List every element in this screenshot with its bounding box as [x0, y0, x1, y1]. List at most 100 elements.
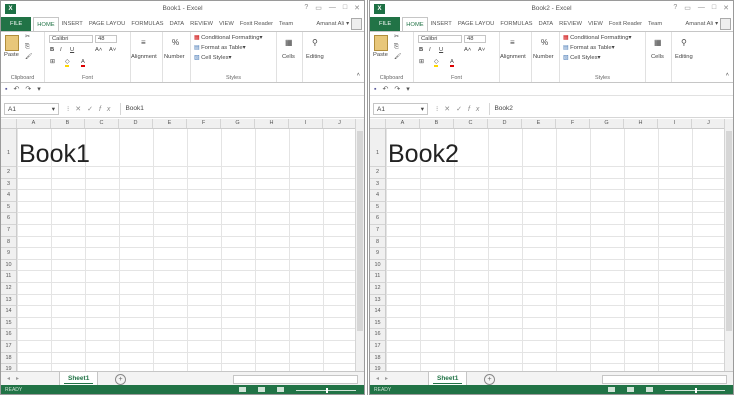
cancel-icon[interactable]: ✕: [75, 106, 87, 113]
ribbon-tab[interactable]: REVIEW: [187, 17, 216, 31]
column-header[interactable]: H: [624, 119, 658, 128]
column-header[interactable]: I: [289, 119, 323, 128]
column-header[interactable]: D: [119, 119, 153, 128]
column-header[interactable]: B: [420, 119, 454, 128]
row-header[interactable]: 17: [370, 341, 385, 353]
add-sheet-button[interactable]: +: [115, 374, 126, 385]
row-header[interactable]: 1: [1, 129, 16, 167]
zoom-slider[interactable]: [296, 388, 356, 393]
paste-icon[interactable]: [374, 35, 388, 51]
window-control-icon[interactable]: —: [329, 4, 336, 12]
borders-icon[interactable]: ⊞: [50, 59, 55, 65]
alignment-button[interactable]: Alignment: [500, 54, 526, 60]
column-header[interactable]: G: [590, 119, 624, 128]
column-header[interactable]: I: [658, 119, 692, 128]
ribbon-tab[interactable]: HOME: [402, 17, 428, 31]
row-header[interactable]: 10: [1, 260, 16, 272]
ribbon-tab[interactable]: Team: [276, 17, 296, 31]
vertical-scrollbar[interactable]: [724, 119, 733, 371]
normal-view-icon[interactable]: [608, 387, 615, 392]
copy-icon[interactable]: ⎘: [25, 44, 30, 51]
undo-icon[interactable]: ↶: [13, 85, 19, 93]
italic-button[interactable]: I: [429, 47, 431, 53]
sheet-tab[interactable]: Sheet1: [59, 372, 99, 386]
number-group[interactable]: % Number: [163, 32, 191, 82]
insert-function-icon[interactable]: fx: [468, 106, 485, 113]
shrink-font-icon[interactable]: A˅: [109, 47, 116, 53]
chevron-right-icon[interactable]: ▸: [385, 376, 394, 382]
name-box[interactable]: A1 ▾: [373, 102, 428, 115]
cells-button[interactable]: Cells: [651, 54, 664, 60]
alignment-group[interactable]: ≡ Alignment: [131, 32, 163, 82]
ribbon-tab[interactable]: Team: [645, 17, 665, 31]
fill-color-icon[interactable]: ◇: [65, 59, 70, 67]
formula-input[interactable]: Book2: [489, 102, 733, 115]
format-as-table-button[interactable]: ▤ Format as Table▾: [194, 45, 246, 51]
ribbon-tab[interactable]: PAGE LAYOU: [86, 17, 129, 31]
row-header[interactable]: 3: [1, 179, 16, 191]
row-header[interactable]: 5: [1, 202, 16, 214]
row-header[interactable]: 8: [370, 237, 385, 249]
window-control-icon[interactable]: —: [698, 4, 705, 12]
column-header[interactable]: B: [51, 119, 85, 128]
font-color-icon[interactable]: A: [81, 59, 85, 67]
row-header[interactable]: 16: [1, 329, 16, 341]
row-header[interactable]: 4: [1, 190, 16, 202]
cells-group[interactable]: ▦ Cells: [277, 32, 303, 82]
ribbon-tab[interactable]: PAGE LAYOU: [455, 17, 498, 31]
add-sheet-button[interactable]: +: [484, 374, 495, 385]
customize-qat-icon[interactable]: ▾: [406, 85, 410, 93]
grow-font-icon[interactable]: A˄: [464, 47, 471, 53]
row-header[interactable]: 8: [1, 237, 16, 249]
row-header[interactable]: 18: [370, 353, 385, 365]
row-header[interactable]: 2: [370, 167, 385, 179]
row-header[interactable]: 7: [1, 225, 16, 237]
column-header[interactable]: F: [556, 119, 590, 128]
borders-icon[interactable]: ⊞: [419, 59, 424, 65]
account[interactable]: Amanat Ali ▾: [316, 18, 362, 30]
ribbon-tab[interactable]: INSERT: [59, 17, 86, 31]
grow-font-icon[interactable]: A˄: [95, 47, 102, 53]
column-header[interactable]: C: [454, 119, 488, 128]
row-header[interactable]: 3: [370, 179, 385, 191]
window-control-icon[interactable]: ✕: [723, 4, 729, 12]
name-box[interactable]: A1 ▾: [4, 102, 59, 115]
number-button[interactable]: Number: [164, 54, 185, 60]
column-header[interactable]: J: [323, 119, 357, 128]
select-all-corner[interactable]: [1, 119, 17, 128]
page-break-view-icon[interactable]: [646, 387, 653, 392]
column-header[interactable]: A: [386, 119, 420, 128]
row-header[interactable]: 7: [370, 225, 385, 237]
cells-button[interactable]: Cells: [282, 54, 295, 60]
chevron-left-icon[interactable]: ◂: [376, 376, 385, 382]
row-header[interactable]: 11: [1, 271, 16, 283]
row-header[interactable]: 18: [1, 353, 16, 365]
row-header[interactable]: 4: [370, 190, 385, 202]
paste-icon[interactable]: [5, 35, 19, 51]
row-header[interactable]: 15: [1, 318, 16, 330]
row-header[interactable]: 13: [1, 295, 16, 307]
save-icon[interactable]: ▪: [374, 86, 376, 93]
conditional-formatting-button[interactable]: ▦ Conditional Formatting▾: [194, 35, 262, 41]
more-icon[interactable]: ⁝: [436, 106, 444, 113]
more-icon[interactable]: ⁝: [67, 106, 75, 113]
horizontal-scrollbar[interactable]: [602, 375, 727, 384]
zoom-slider[interactable]: [665, 388, 725, 393]
bold-button[interactable]: B: [50, 47, 54, 53]
sheet-nav-arrows[interactable]: ◂▸: [7, 375, 25, 382]
row-header[interactable]: 12: [370, 283, 385, 295]
redo-icon[interactable]: ↷: [25, 85, 31, 93]
ribbon-tab[interactable]: Foxit Reader: [606, 17, 645, 31]
column-header[interactable]: J: [692, 119, 726, 128]
avatar[interactable]: [351, 18, 362, 30]
number-button[interactable]: Number: [533, 54, 554, 60]
select-all-corner[interactable]: [370, 119, 386, 128]
avatar[interactable]: [720, 18, 731, 30]
cancel-icon[interactable]: ✕: [444, 106, 456, 113]
number-group[interactable]: % Number: [532, 32, 560, 82]
font-size-select[interactable]: 48: [464, 35, 486, 43]
column-header[interactable]: H: [255, 119, 289, 128]
editing-button[interactable]: Editing: [675, 54, 693, 60]
formula-input[interactable]: Book1: [120, 102, 364, 115]
editing-group[interactable]: ⚲ Editing: [303, 32, 333, 82]
